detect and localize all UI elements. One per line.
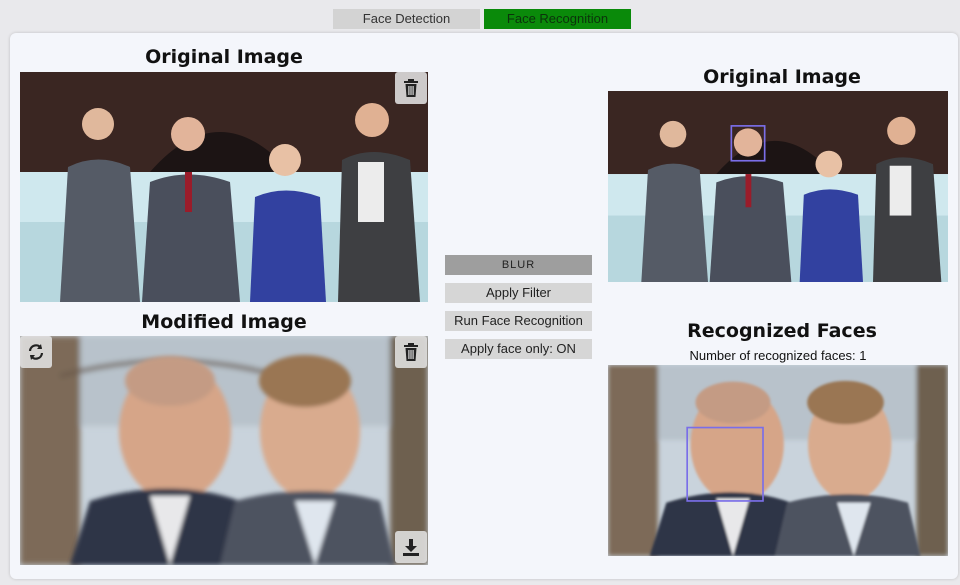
trash-icon bbox=[404, 79, 418, 97]
apply-face-only-toggle[interactable]: Apply face only: ON bbox=[445, 339, 592, 359]
delete-original-button[interactable] bbox=[395, 72, 427, 104]
mode-tabs: Face Detection Face Recognition bbox=[333, 9, 631, 29]
right-original-title: Original Image bbox=[703, 66, 861, 88]
apply-filter-button[interactable]: Apply Filter bbox=[445, 283, 592, 303]
download-button[interactable] bbox=[395, 531, 427, 563]
right-original-image bbox=[608, 91, 948, 282]
run-face-recognition-button[interactable]: Run Face Recognition bbox=[445, 311, 592, 331]
download-icon bbox=[403, 539, 419, 556]
closeup-photo-recognized bbox=[608, 365, 948, 556]
blur-filter-button[interactable]: BLUR bbox=[445, 255, 592, 275]
tab-face-recognition[interactable]: Face Recognition bbox=[484, 9, 631, 29]
recognized-faces-title: Recognized Faces bbox=[687, 320, 877, 342]
left-original-image bbox=[20, 72, 428, 302]
closeup-photo bbox=[20, 336, 428, 565]
recognized-faces-image bbox=[608, 365, 948, 556]
left-modified-title: Modified Image bbox=[141, 311, 307, 333]
left-modified-image bbox=[20, 336, 428, 565]
refresh-icon bbox=[28, 344, 44, 360]
delete-modified-button[interactable] bbox=[395, 336, 427, 368]
refresh-button[interactable] bbox=[20, 336, 52, 368]
group-photo bbox=[20, 72, 428, 302]
recognized-faces-count: Number of recognized faces: 1 bbox=[689, 348, 867, 363]
group-photo-detected bbox=[608, 91, 948, 282]
tab-face-detection[interactable]: Face Detection bbox=[333, 9, 480, 29]
trash-icon bbox=[404, 343, 418, 361]
left-original-title: Original Image bbox=[145, 46, 303, 68]
